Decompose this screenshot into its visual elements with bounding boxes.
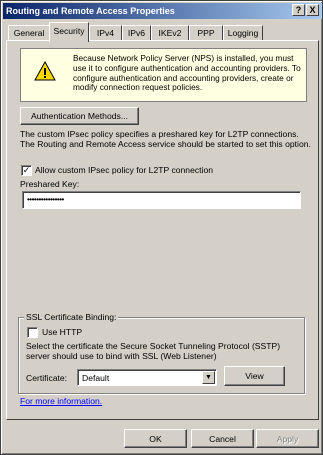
properties-dialog: Routing and Remote Access Properties ? X… xyxy=(0,0,323,455)
close-button[interactable]: X xyxy=(306,4,319,16)
certificate-label: Certificate: xyxy=(26,373,68,383)
tab-general[interactable]: General xyxy=(8,25,50,41)
more-information-link[interactable]: For more information. xyxy=(20,396,102,406)
ok-button[interactable]: OK xyxy=(124,429,187,448)
tab-ikev2[interactable]: IKEv2 xyxy=(151,25,189,41)
sstp-description: Select the certificate the Secure Socket… xyxy=(26,341,281,361)
title-bar: Routing and Remote Access Properties xyxy=(3,3,322,19)
tab-logging[interactable]: Logging xyxy=(223,25,263,41)
nps-info-box: Because Network Policy Server (NPS) is i… xyxy=(20,48,307,102)
help-button[interactable]: ? xyxy=(292,4,305,16)
certificate-select[interactable]: Default ▼ xyxy=(77,369,217,386)
tab-ipv4[interactable]: IPv4 xyxy=(89,25,122,41)
ipsec-description: The custom IPsec policy specifies a pres… xyxy=(20,129,311,149)
preshared-key-label: Preshared Key: xyxy=(20,179,80,189)
cancel-button[interactable]: Cancel xyxy=(191,429,254,448)
nps-info-text: Because Network Policy Server (NPS) is i… xyxy=(73,53,301,93)
warning-icon xyxy=(34,61,56,81)
use-http-checkbox[interactable] xyxy=(27,327,38,338)
tab-ppp[interactable]: PPP xyxy=(189,25,223,41)
ssl-group-legend: SSL Certificate Binding: xyxy=(24,312,119,322)
use-http-label[interactable]: Use HTTP xyxy=(42,327,82,337)
authentication-methods-button[interactable]: Authentication Methods... xyxy=(20,107,139,125)
certificate-value: Default xyxy=(82,373,110,383)
allow-custom-ipsec-label[interactable]: Allow custom IPsec policy for L2TP conne… xyxy=(35,165,213,175)
preshared-key-input[interactable]: •••••••••••••••• xyxy=(22,191,301,209)
chevron-down-icon[interactable]: ▼ xyxy=(202,371,215,384)
allow-custom-ipsec-checkbox[interactable]: ✓ xyxy=(21,165,32,176)
window-title: Routing and Remote Access Properties xyxy=(6,6,175,16)
tab-ipv6[interactable]: IPv6 xyxy=(122,25,151,41)
view-certificate-button[interactable]: View xyxy=(224,366,285,386)
tab-security[interactable]: Security xyxy=(49,22,89,42)
apply-button[interactable]: Apply xyxy=(256,429,319,448)
